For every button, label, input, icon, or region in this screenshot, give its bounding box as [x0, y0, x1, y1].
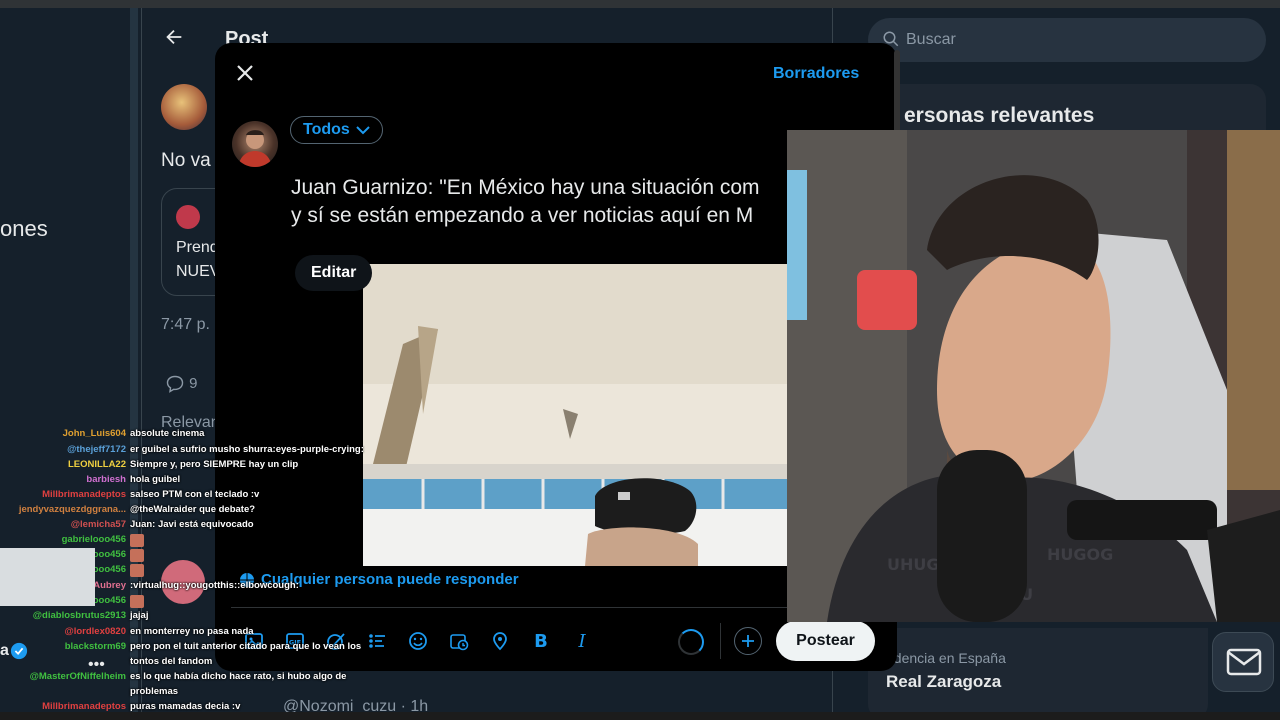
chat-message: tontos del fandom: [0, 656, 380, 671]
character-count-ring: [678, 629, 704, 655]
audience-label: Todos: [303, 121, 350, 138]
chat-message: @thejeff7172 er guibel a sufrio musho shu…: [0, 444, 380, 459]
chat-username: gabrielooo456: [61, 534, 126, 545]
chat-message: LEONILLA22 Siempre y, pero SIEMPRE hay un…: [0, 459, 380, 474]
search-input[interactable]: [906, 18, 1246, 62]
reply-count[interactable]: 9: [165, 374, 198, 394]
chat-text: salseo PTM con el teclado :v: [130, 489, 260, 500]
chat-text: problemas: [130, 686, 179, 697]
chat-text: Siempre y, pero SIEMPRE hay un clip: [130, 459, 299, 470]
chat-message: problemas: [0, 686, 380, 701]
chat-text: er guibel a sufrio musho shurra:eyes-pur…: [130, 444, 364, 455]
chat-text: hola guibel: [130, 474, 181, 485]
taskbar: [0, 712, 1280, 720]
chat-username: [0, 686, 130, 701]
attached-video[interactable]: [363, 264, 787, 566]
avatar: [176, 205, 200, 229]
chat-text: :virtualhug::yougotthis::elbowcough:: [130, 580, 299, 591]
bold-icon[interactable]: B: [520, 623, 561, 659]
chat-message: gabrielooo456: [0, 534, 380, 549]
chevron-down-icon: [356, 126, 370, 135]
post-text: No va: [161, 150, 211, 171]
chat-username: jendyvazquezdggrana...: [18, 504, 126, 515]
mail-icon: [1226, 648, 1262, 676]
chat-text: tontos del fandom: [130, 656, 213, 667]
trend-name[interactable]: Real Zaragoza: [886, 672, 1001, 692]
italic-icon[interactable]: I: [561, 623, 602, 659]
chat-username: John_Luis604: [62, 428, 126, 439]
chat-username: Millbrimanadeptos: [42, 489, 126, 500]
chat-message: @diablosbrutus2913 jajaj: [0, 610, 380, 625]
post-timestamp[interactable]: 7:47 p.: [161, 316, 210, 334]
chat-emote: [130, 534, 144, 547]
chat-text: Juan: Javi está equivocado: [130, 519, 254, 530]
account-name[interactable]: a: [0, 642, 9, 660]
reply-icon: [166, 375, 184, 393]
chat-emote: [130, 549, 144, 562]
chat-username: barbiesh: [86, 474, 126, 485]
chat-message: jendyvazquezdggrana... @theWalraider que …: [0, 504, 380, 519]
browser-top-bar: [0, 0, 1280, 8]
chat-username: @diablosbrutus2913: [32, 610, 126, 621]
chat-message: Millbrimanadeptos salseo PTM con el tecla…: [0, 489, 380, 504]
add-post-button[interactable]: [734, 627, 762, 655]
svg-text:B: B: [534, 631, 548, 651]
chat-text: absolute cinema: [130, 428, 205, 439]
messages-button[interactable]: [1212, 632, 1274, 692]
chat-username: @thejeff7172: [67, 444, 126, 455]
post-button-label: Postear: [796, 632, 855, 649]
post-button[interactable]: Postear: [776, 621, 875, 661]
emoji-icon[interactable]: [397, 623, 438, 659]
compose-text-line: y sí se están empezando a ver noticias a…: [291, 204, 754, 227]
compose-text[interactable]: Juan Guarnizo: "En México hay una situac…: [291, 174, 791, 230]
chat-emote: [130, 564, 144, 577]
drafts-button[interactable]: Borradores: [773, 65, 859, 83]
more-options-icon[interactable]: •••: [88, 656, 105, 674]
quoted-post-line: Prend: [176, 239, 219, 256]
nav-item-label[interactable]: ones: [0, 216, 48, 242]
svg-text:HUGOG: HUGOG: [1047, 545, 1113, 564]
compose-text-line: Juan Guarnizo: "En México hay una situac…: [291, 176, 760, 199]
chat-text: es lo que había dicho hace rato, si hubo…: [130, 671, 347, 682]
back-arrow-icon[interactable]: [163, 26, 187, 50]
location-icon[interactable]: [479, 623, 520, 659]
trend-label: ndencia en España: [886, 650, 1006, 666]
close-icon[interactable]: [233, 61, 257, 85]
chat-message: blackstorm69 pero pon el tuit anterior ci…: [0, 641, 380, 656]
edit-media-button[interactable]: Editar: [295, 255, 373, 291]
chat-username: LEONILLA22: [67, 459, 126, 470]
chat-username: @lordlex0820: [64, 626, 126, 637]
chat-username: @lemicha57: [70, 519, 126, 530]
chat-text: pero pon el tuit anterior citado para qu…: [130, 641, 362, 652]
avatar[interactable]: [161, 84, 207, 130]
chat-emote: [130, 595, 144, 608]
chat-message: @lordlex0820 en monterrey no pasa nada: [0, 626, 380, 641]
relevant-people-title: ersonas relevantes: [904, 104, 1095, 127]
quoted-post-line: NUEV: [176, 263, 221, 280]
webcam-overlay: UHUGOGOUHUHUGOG: [787, 130, 1280, 622]
svg-text:I: I: [577, 631, 586, 651]
chat-username: @MasterOfNiffelheim: [29, 671, 126, 682]
chat-message: barbiesh hola guibel: [0, 474, 380, 489]
avatar[interactable]: [232, 121, 278, 167]
chat-text: @theWalraider que debate?: [130, 504, 256, 515]
divider: [720, 623, 721, 659]
verified-badge-icon: [10, 642, 28, 660]
chat-text: jajaj: [130, 610, 149, 621]
audience-selector[interactable]: Todos: [290, 116, 383, 144]
reply-count-value: 9: [189, 374, 198, 392]
chat-message: @MasterOfNiffelheim es lo que había dicho…: [0, 671, 380, 686]
chat-text: en monterrey no pasa nada: [130, 626, 254, 637]
edit-media-label: Editar: [311, 264, 357, 281]
chat-overlay-panel: [0, 548, 95, 606]
chat-message: @lemicha57 Juan: Javi está equivocado: [0, 519, 380, 534]
schedule-icon[interactable]: [438, 623, 479, 659]
plus-icon: [742, 635, 754, 647]
search-box[interactable]: [868, 18, 1266, 62]
chat-message: John_Luis604 absolute cinema: [0, 428, 380, 443]
